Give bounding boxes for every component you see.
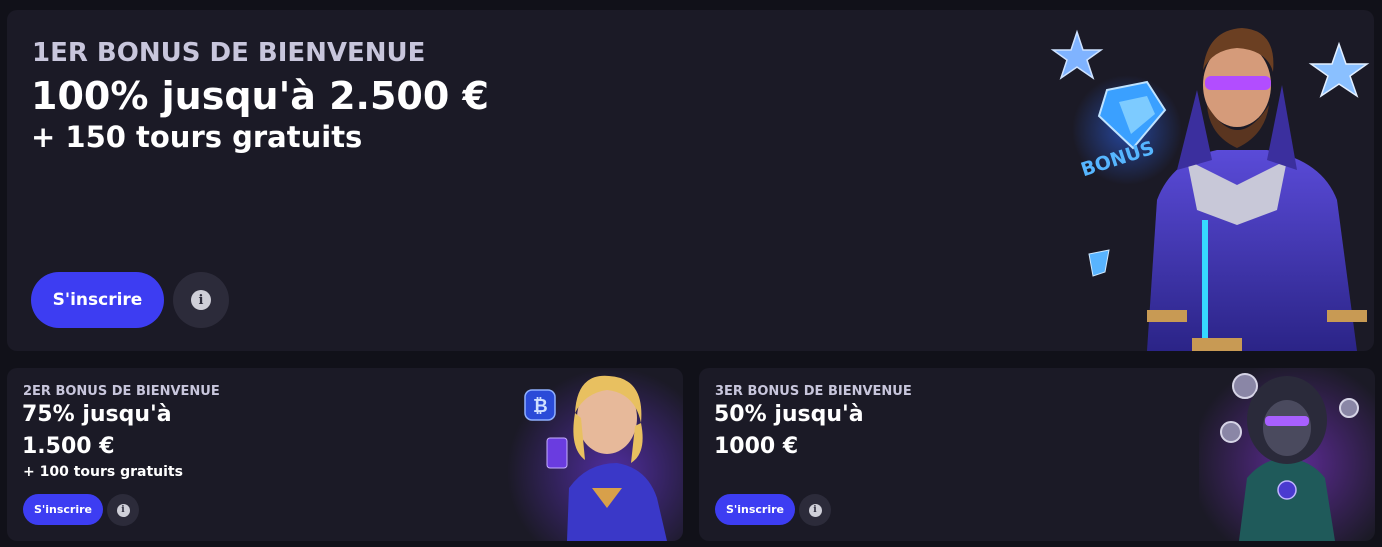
- info-icon: i: [191, 290, 211, 310]
- svg-text:₿: ₿: [533, 396, 548, 417]
- bonus-title-line1: 75% jusqu'à: [22, 402, 172, 427]
- info-icon: i: [808, 503, 822, 517]
- bonus-title-line1: 50% jusqu'à: [714, 402, 864, 427]
- bonus-card-first: 1ER BONUS DE BIENVENUE 100% jusqu'à 2.50…: [7, 10, 1374, 351]
- card-icon: [546, 437, 568, 469]
- hero-illustration: BONUS: [1050, 28, 1370, 351]
- bonus-subtitle: + 150 tours gratuits: [31, 120, 363, 154]
- info-button[interactable]: i: [799, 494, 831, 526]
- bonus-eyebrow: 1ER BONUS DE BIENVENUE: [32, 38, 426, 68]
- info-button[interactable]: i: [173, 272, 229, 328]
- bonus-title-line2: 1000 €: [714, 434, 799, 459]
- signup-button[interactable]: S'inscrire: [23, 494, 103, 525]
- bonus-eyebrow: 2ER BONUS DE BIENVENUE: [23, 384, 220, 399]
- bonus-subtitle: + 100 tours gratuits: [23, 464, 183, 480]
- info-icon: i: [116, 503, 130, 517]
- star-icon: [1050, 29, 1104, 80]
- bonus-card-third: 3ER BONUS DE BIENVENUE 50% jusqu'à 1000 …: [699, 368, 1375, 541]
- bonus-title: 100% jusqu'à 2.500 €: [31, 74, 489, 118]
- gem-icon: [1088, 249, 1110, 277]
- heroine-illustration: ₿: [507, 368, 683, 541]
- info-button[interactable]: i: [107, 494, 139, 526]
- coin-icon: [1220, 421, 1242, 443]
- signup-button[interactable]: S'inscrire: [31, 272, 164, 328]
- signup-button[interactable]: S'inscrire: [715, 494, 795, 525]
- bonus-card-second: 2ER BONUS DE BIENVENUE 75% jusqu'à 1.500…: [7, 368, 683, 541]
- lion-illustration: [1199, 368, 1375, 541]
- bonus-title-line2: 1.500 €: [22, 434, 115, 459]
- coin-icon: [1232, 373, 1258, 399]
- coin-icon: [1339, 398, 1359, 418]
- bonus-eyebrow: 3ER BONUS DE BIENVENUE: [715, 384, 912, 399]
- star-icon: [1308, 41, 1370, 98]
